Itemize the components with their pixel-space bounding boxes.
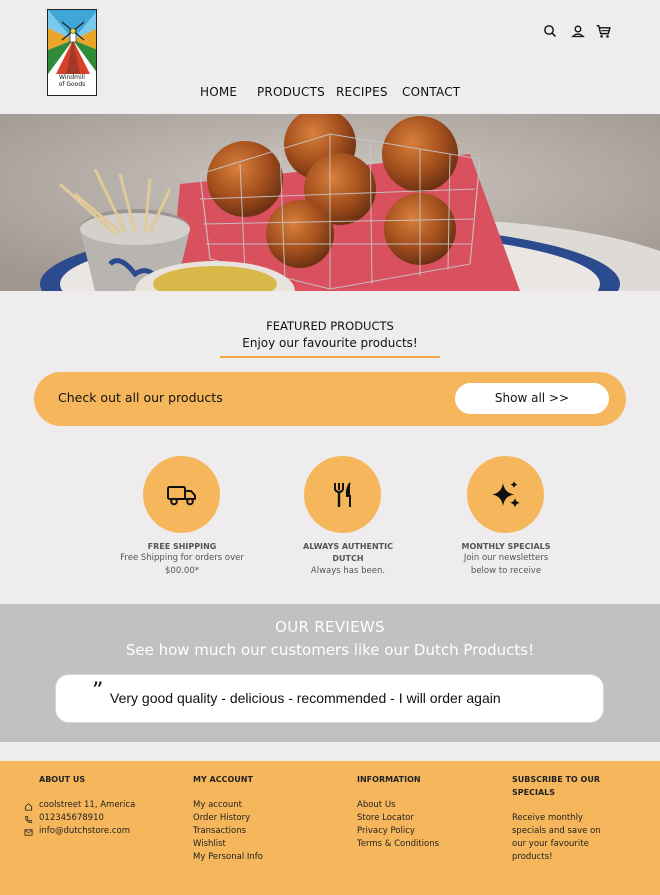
show-all-button[interactable]: Show all >>: [455, 383, 609, 414]
footer-link-personal-info[interactable]: My Personal Info: [193, 851, 263, 864]
home-icon: [24, 803, 33, 811]
footer-email[interactable]: info@dutchstore.com: [39, 825, 130, 838]
footer-subscribe-heading: SUBSCRIBE TO OUR SPECIALS: [512, 775, 600, 797]
search-icon[interactable]: [542, 23, 558, 39]
footer-link-my-account[interactable]: My account: [193, 799, 242, 812]
banner-text: Check out all our products: [58, 390, 223, 405]
reviews-subtitle: See how much our customers like our Dutc…: [125, 641, 535, 659]
nav-recipes[interactable]: RECIPES: [336, 85, 388, 99]
authentic-title: ALWAYS AUTHENTIC DUTCH: [303, 542, 393, 563]
footer-link-wishlist[interactable]: Wishlist: [193, 838, 226, 851]
specials-desc: Join our newsletters below to receive: [463, 553, 549, 576]
shipping-desc: Free Shipping for orders over $00.00*: [120, 553, 244, 576]
windmill-logo-graphic: [48, 10, 96, 74]
bitterballen-photo: [0, 114, 660, 291]
review-text: Very good quality - delicious - recommen…: [110, 690, 501, 706]
footer-link-store-locator[interactable]: Store Locator: [357, 812, 414, 825]
featured-subtitle: Enjoy our favourite products!: [242, 336, 418, 350]
footer-link-about-us[interactable]: About Us: [357, 799, 395, 812]
shipping-circle: [143, 456, 220, 533]
footer-link-privacy-policy[interactable]: Privacy Policy: [357, 825, 415, 838]
user-icon[interactable]: [570, 23, 586, 39]
authentic-circle: [304, 456, 381, 533]
specials-circle: [467, 456, 544, 533]
authentic-desc: Always has been.: [310, 566, 386, 576]
cart-icon[interactable]: [595, 23, 612, 40]
footer-account-heading: MY ACCOUNT: [193, 775, 253, 784]
mail-icon: [24, 829, 33, 836]
products-banner: Check out all our products Show all >>: [34, 372, 626, 426]
site-footer: ABOUT US coolstreet 11, America 01234567…: [0, 761, 660, 895]
brand-logo[interactable]: Windmill of Goods: [47, 9, 97, 96]
footer-subscribe-text: Receive monthly specials and save on our…: [512, 813, 601, 862]
review-card: ” Very good quality - delicious - recomm…: [55, 674, 604, 723]
quote-mark-icon: ”: [92, 679, 104, 704]
featured-title: FEATURED PRODUCTS: [266, 319, 394, 333]
truck-icon: [166, 485, 196, 505]
featured-underline: [220, 356, 440, 358]
reviews-section: OUR REVIEWS See how much our customers l…: [0, 604, 660, 742]
footer-about-heading: ABOUT US: [39, 775, 86, 784]
sparkle-icon: [491, 480, 520, 508]
hero-image: [0, 114, 660, 291]
footer-address: coolstreet 11, America: [39, 800, 136, 810]
footer-link-order-history[interactable]: Order History: [193, 812, 250, 825]
footer-link-terms[interactable]: Terms & Conditions: [357, 838, 439, 851]
footer-info-heading: INFORMATION: [357, 775, 421, 784]
main-nav: HOME PRODUCTS RECIPES CONTACT: [0, 85, 660, 101]
footer-phone[interactable]: 012345678910: [39, 812, 104, 825]
site-header: Windmill of Goods HOME PRODUCTS RECIPES …: [0, 0, 660, 114]
fork-knife-icon: [333, 481, 351, 507]
reviews-title: OUR REVIEWS: [275, 618, 385, 636]
nav-contact[interactable]: CONTACT: [402, 85, 460, 99]
nav-products[interactable]: PRODUCTS: [257, 85, 325, 99]
phone-icon: [25, 815, 33, 823]
nav-home[interactable]: HOME: [200, 85, 237, 99]
footer-link-transactions[interactable]: Transactions: [193, 825, 246, 838]
